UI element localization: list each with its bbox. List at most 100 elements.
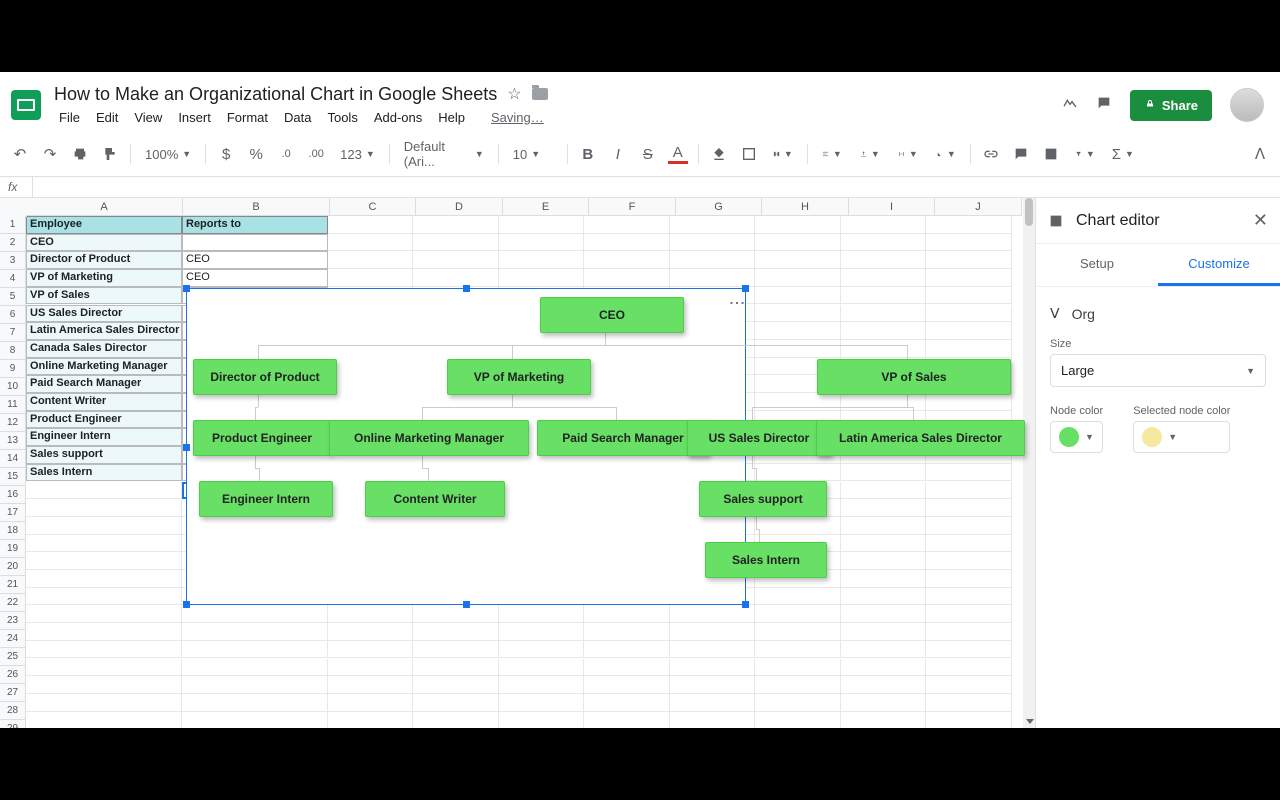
cell[interactable]: CEO	[182, 251, 328, 269]
cell[interactable]: Sales Intern	[26, 464, 182, 482]
org-node-ceo[interactable]: CEO	[540, 297, 684, 333]
org-chart-object[interactable]: ⋮ CEODirector of ProductVP of MarketingV…	[186, 288, 746, 605]
org-node-omm[interactable]: Online Marketing Manager	[329, 420, 529, 456]
org-node-ei[interactable]: Engineer Intern	[199, 481, 333, 517]
cell[interactable]: CEO	[182, 269, 328, 287]
activity-icon[interactable]	[1062, 95, 1078, 116]
col-header-E[interactable]: E	[503, 198, 589, 216]
cell[interactable]: Content Writer	[26, 393, 182, 411]
row-header-6[interactable]: 6	[0, 306, 26, 324]
column-headers[interactable]: ABCDEFGHIJ	[26, 198, 1022, 216]
org-section-header[interactable]: ᐯ Org	[1050, 297, 1266, 330]
percent-button[interactable]: %	[246, 144, 266, 164]
row-header-23[interactable]: 23	[0, 612, 26, 630]
row-header-3[interactable]: 3	[0, 252, 26, 270]
cell[interactable]: Paid Search Manager	[26, 375, 182, 393]
resize-handle-sw[interactable]	[183, 601, 190, 608]
cell[interactable]: CEO	[26, 234, 182, 252]
row-header-10[interactable]: 10	[0, 378, 26, 396]
formula-bar[interactable]: fx	[0, 177, 1280, 198]
menu-file[interactable]: File	[52, 107, 87, 128]
font-size-select[interactable]: 10▼	[509, 145, 557, 164]
menu-addons[interactable]: Add-ons	[367, 107, 429, 128]
link-button[interactable]	[981, 144, 1001, 164]
size-select[interactable]: Large ▼	[1050, 354, 1266, 387]
selected-node-color-select[interactable]: ▼	[1133, 421, 1230, 453]
comments-icon[interactable]	[1096, 95, 1112, 116]
row-header-27[interactable]: 27	[0, 684, 26, 702]
rotate-button[interactable]: ▼	[932, 142, 960, 166]
cell[interactable]: VP of Marketing	[26, 269, 182, 287]
org-node-pe[interactable]: Product Engineer	[193, 420, 331, 456]
col-header-D[interactable]: D	[416, 198, 503, 216]
col-header-J[interactable]: J	[935, 198, 1022, 216]
resize-handle-se[interactable]	[742, 601, 749, 608]
org-node-usd[interactable]: US Sales Director	[687, 420, 831, 456]
col-header-I[interactable]: I	[849, 198, 935, 216]
spreadsheet-area[interactable]: ABCDEFGHIJ 12345678910111213141516171819…	[0, 198, 1035, 728]
resize-handle-n[interactable]	[463, 285, 470, 292]
col-header-C[interactable]: C	[330, 198, 416, 216]
v-align-button[interactable]: ▼	[856, 142, 884, 166]
row-header-9[interactable]: 9	[0, 360, 26, 378]
row-header-24[interactable]: 24	[0, 630, 26, 648]
row-header-15[interactable]: 15	[0, 468, 26, 486]
paint-format-button[interactable]	[100, 144, 120, 164]
wrap-button[interactable]: ▼	[894, 142, 922, 166]
resize-handle-ne[interactable]	[742, 285, 749, 292]
filter-button[interactable]: ▼	[1071, 142, 1099, 166]
row-header-21[interactable]: 21	[0, 576, 26, 594]
menu-tools[interactable]: Tools	[320, 107, 364, 128]
row-header-1[interactable]: 1	[0, 216, 26, 234]
comment-button[interactable]	[1011, 144, 1031, 164]
vertical-scrollbar[interactable]	[1023, 198, 1035, 728]
currency-button[interactable]: $	[216, 144, 236, 164]
number-format-select[interactable]: 123▼	[336, 145, 379, 164]
row-header-12[interactable]: 12	[0, 414, 26, 432]
resize-handle-s[interactable]	[463, 601, 470, 608]
tab-setup[interactable]: Setup	[1036, 244, 1158, 286]
menu-edit[interactable]: Edit	[89, 107, 125, 128]
col-header-G[interactable]: G	[676, 198, 762, 216]
cell[interactable]: Sales support	[26, 446, 182, 464]
share-button[interactable]: Share	[1130, 90, 1212, 121]
col-header-H[interactable]: H	[762, 198, 849, 216]
insert-chart-button[interactable]	[1041, 144, 1061, 164]
row-header-5[interactable]: 5	[0, 288, 26, 306]
org-node-ss[interactable]: Sales support	[699, 481, 827, 517]
cell[interactable]: US Sales Director	[26, 305, 182, 323]
cell[interactable]: Product Engineer	[26, 411, 182, 429]
zoom-select[interactable]: 100%▼	[141, 145, 195, 164]
row-header-11[interactable]: 11	[0, 396, 26, 414]
move-folder-icon[interactable]	[532, 88, 548, 100]
collapse-toolbar-button[interactable]: ᐱ	[1250, 144, 1270, 164]
tab-customize[interactable]: Customize	[1158, 244, 1280, 286]
borders-button[interactable]	[739, 144, 759, 164]
col-header-A[interactable]: A	[26, 198, 183, 216]
row-header-17[interactable]: 17	[0, 504, 26, 522]
merge-button[interactable]: ▼	[769, 142, 797, 166]
bold-button[interactable]: B	[578, 144, 598, 164]
menu-data[interactable]: Data	[277, 107, 318, 128]
resize-handle-nw[interactable]	[183, 285, 190, 292]
functions-button[interactable]: Σ▼	[1109, 142, 1137, 166]
sheets-logo[interactable]	[8, 87, 44, 123]
doc-title[interactable]: How to Make an Organizational Chart in G…	[50, 83, 497, 105]
org-node-cw[interactable]: Content Writer	[365, 481, 505, 517]
redo-button[interactable]: ↷	[40, 144, 60, 164]
chart-menu-icon[interactable]: ⋮	[734, 295, 739, 310]
account-avatar[interactable]	[1230, 88, 1264, 122]
cell[interactable]: Online Marketing Manager	[26, 358, 182, 376]
menu-format[interactable]: Format	[220, 107, 275, 128]
h-align-button[interactable]: ▼	[818, 142, 846, 166]
row-header-28[interactable]: 28	[0, 702, 26, 720]
undo-button[interactable]: ↶	[10, 144, 30, 164]
italic-button[interactable]: I	[608, 144, 628, 164]
col-header-B[interactable]: B	[183, 198, 330, 216]
row-header-2[interactable]: 2	[0, 234, 26, 252]
select-all-corner[interactable]	[0, 198, 27, 217]
org-node-vpm[interactable]: VP of Marketing	[447, 359, 591, 395]
cell[interactable]: Employee	[26, 216, 182, 234]
org-node-psm[interactable]: Paid Search Manager	[537, 420, 709, 456]
cell[interactable]: Reports to	[182, 216, 328, 234]
